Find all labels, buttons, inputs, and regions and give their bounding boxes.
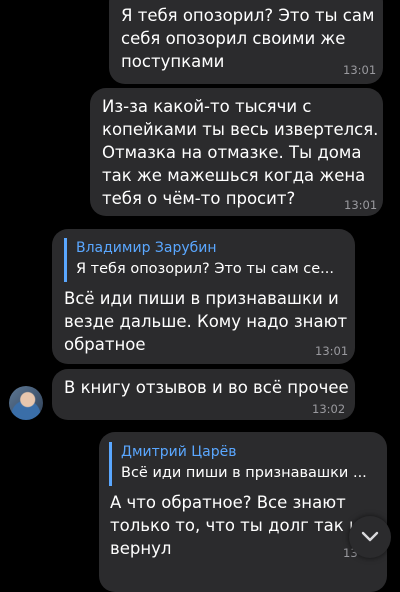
message-bubble[interactable]: Дмитрий Царёв Всё иди пиши в признавашки… — [99, 432, 387, 592]
reply-sender-name: Дмитрий Царёв — [121, 444, 237, 460]
message-text: В книгу отзывов и во всё прочее — [64, 378, 349, 397]
scroll-down-button[interactable] — [349, 516, 391, 558]
message-text: А что обратное? Все знают только то, что… — [110, 493, 368, 558]
message-text: Всё иди пиши в признавашки и везде дальш… — [64, 289, 348, 354]
message-text: Я тебя опозорил? Это ты сам себя опозори… — [121, 6, 375, 71]
reply-sender-name: Владимир Зарубин — [76, 240, 217, 256]
message-text: Из-за какой-то тысячи с копейками ты вес… — [102, 97, 379, 208]
message-time: 13:01 — [315, 344, 349, 358]
message-bubble[interactable]: В книгу отзывов и во всё прочее 13:02 — [52, 369, 355, 420]
message-bubble[interactable]: Я тебя опозорил? Это ты сам себя опозори… — [109, 0, 383, 84]
message-bubble[interactable]: Из-за какой-то тысячи с копейками ты вес… — [90, 88, 383, 216]
reply-snippet: Я тебя опозорил? Это ты сам се... — [76, 261, 335, 277]
chevron-down-icon — [361, 531, 379, 542]
user-avatar[interactable] — [9, 386, 43, 420]
reply-quote[interactable]: Владимир Зарубин Я тебя опозорил? Это ты… — [64, 238, 344, 282]
message-bubble[interactable]: Владимир Зарубин Я тебя опозорил? Это ты… — [52, 229, 355, 364]
reply-snippet: Всё иди пиши в признавашки ... — [121, 465, 367, 481]
message-time: 13:01 — [344, 198, 378, 212]
message-time: 13:02 — [312, 402, 346, 416]
reply-quote[interactable]: Дмитрий Царёв Всё иди пиши в признавашки… — [109, 442, 374, 486]
message-time: 13:01 — [343, 63, 377, 77]
